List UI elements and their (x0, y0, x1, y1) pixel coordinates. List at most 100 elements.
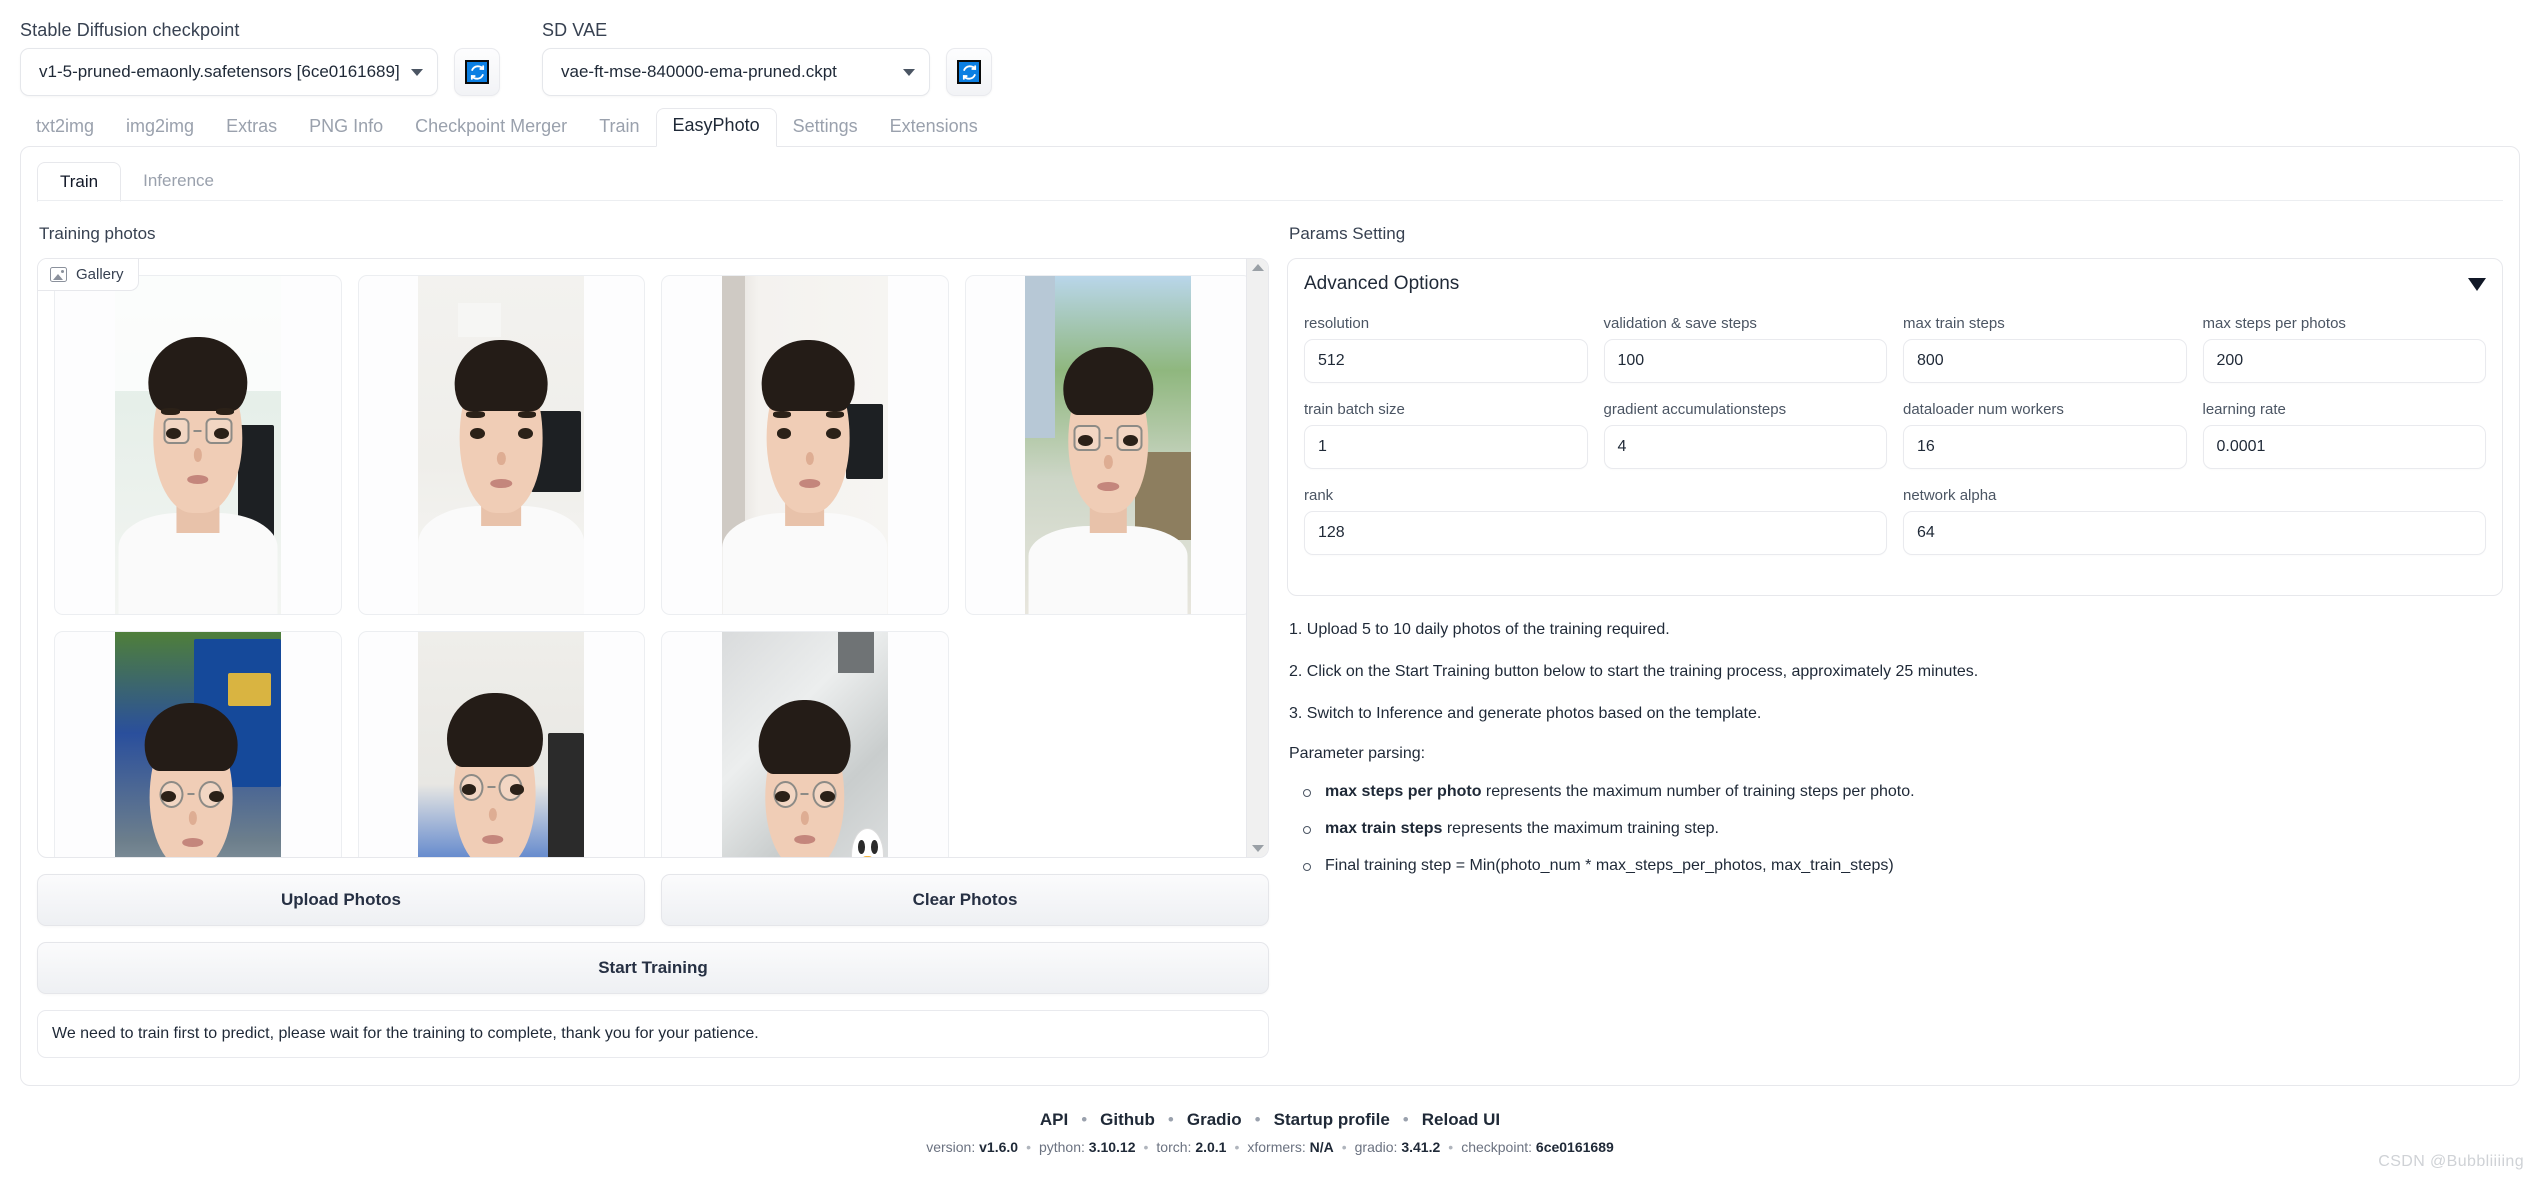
param-input-dataloader-num-workers[interactable]: 16 (1903, 425, 2187, 469)
vae-value: vae-ft-mse-840000-ema-pruned.ckpt (561, 62, 837, 82)
advanced-options-panel: Advanced Options resolution 512 validation… (1287, 258, 2503, 596)
footer-link-api[interactable]: API (1040, 1110, 1068, 1130)
footer-meta-separator: • (1234, 1139, 1239, 1155)
checkpoint-select[interactable]: v1-5-pruned-emaonly.safetensors [6ce0161… (20, 48, 438, 96)
app-tab-checkpoint-merger[interactable]: Checkpoint Merger (399, 110, 583, 147)
vae-field-group: SD VAE vae-ft-mse-840000-ema-pruned.ckpt (542, 20, 930, 96)
app-tab-train[interactable]: Train (583, 110, 655, 147)
app-tab-bar: txt2imgimg2imgExtrasPNG InfoCheckpoint M… (0, 102, 2540, 146)
parsing-bullet: Final training step = Min(photo_num * ma… (1289, 857, 2503, 875)
gallery-item[interactable] (54, 631, 342, 858)
refresh-vae-button[interactable] (946, 48, 992, 96)
footer-link-reload-ui[interactable]: Reload UI (1422, 1110, 1500, 1130)
app-tab-settings[interactable]: Settings (777, 110, 874, 147)
gallery-scrollbar[interactable] (1246, 259, 1268, 857)
footer-meta-key: xformers: (1247, 1139, 1309, 1155)
gallery-item[interactable] (661, 275, 949, 615)
sub-tab-divider (37, 200, 2503, 201)
sub-tab-inference[interactable]: Inference (121, 162, 236, 202)
parsing-bullet-desc: represents the maximum training step. (1442, 820, 1719, 837)
param-input-max-train-steps[interactable]: 800 (1903, 339, 2187, 383)
param-label-train-batch-size: train batch size (1304, 401, 1588, 418)
instructions-block: 1. Upload 5 to 10 daily photos of the tr… (1287, 620, 2503, 875)
bullet-ring-icon (1303, 789, 1311, 797)
advanced-options-header[interactable]: Advanced Options (1304, 273, 2486, 295)
training-photos-label: Training photos (39, 224, 1269, 244)
app-tab-extras[interactable]: Extras (210, 110, 293, 147)
param-field-dataloader-num-workers: dataloader num workers16 (1903, 401, 2187, 469)
upload-photos-button[interactable]: Upload Photos (37, 874, 645, 926)
parameter-parsing-header: Parameter parsing: (1289, 745, 2503, 763)
gallery-item[interactable] (358, 275, 646, 615)
sub-tab-bar: TrainInference (21, 147, 2519, 201)
param-field-gradient-accumulationsteps: gradient accumulationsteps 4 (1604, 401, 1888, 469)
parameter-parsing-bullets: max steps per photo represents the maxim… (1289, 783, 2503, 875)
vae-select[interactable]: vae-ft-mse-840000-ema-pruned.ckpt (542, 48, 930, 96)
param-field-max-train-steps: max train steps800 (1903, 315, 2187, 383)
training-photo-thumbnail (722, 632, 888, 858)
gallery-badge: Gallery (38, 259, 139, 291)
training-photo-thumbnail (722, 276, 888, 614)
scroll-up-icon[interactable] (1252, 264, 1264, 271)
training-photo-thumbnail (418, 276, 584, 614)
param-label-gradient-accumulationsteps: gradient accumulationsteps (1604, 401, 1888, 418)
parsing-bullet-term: max steps per photo (1325, 783, 1481, 800)
param-input-resolution[interactable]: 512 (1304, 339, 1588, 383)
vae-label: SD VAE (542, 20, 930, 41)
param-input-rank[interactable]: 128 (1304, 511, 1887, 555)
triangle-down-icon[interactable] (2468, 278, 2486, 291)
training-photo-thumbnail (115, 632, 281, 858)
param-input-train-batch-size[interactable]: 1 (1304, 425, 1588, 469)
scroll-down-icon[interactable] (1252, 845, 1264, 852)
gallery-item[interactable] (54, 275, 342, 615)
training-photo-thumbnail (1025, 276, 1191, 614)
app-tab-extensions[interactable]: Extensions (874, 110, 994, 147)
param-field-rank: rank128 (1304, 487, 1887, 555)
refresh-checkpoint-button[interactable] (454, 48, 500, 96)
footer-link-gradio[interactable]: Gradio (1187, 1110, 1242, 1130)
footer-meta-key: gradio: (1355, 1139, 1402, 1155)
checkpoint-field-group: Stable Diffusion checkpoint v1-5-pruned-… (20, 20, 438, 96)
refresh-icon (957, 60, 981, 84)
app-tab-png-info[interactable]: PNG Info (293, 110, 399, 147)
footer-meta-value: 6ce0161689 (1536, 1139, 1614, 1155)
gallery-item[interactable] (661, 631, 949, 858)
clear-photos-button[interactable]: Clear Photos (661, 874, 1269, 926)
instruction-step: 2. Click on the Start Training button be… (1289, 662, 2503, 683)
gallery-item[interactable] (358, 631, 646, 858)
gallery-item[interactable] (965, 275, 1253, 615)
params-row: resolution 512 validation & save steps100m… (1304, 315, 2486, 383)
training-status-text: We need to train first to predict, pleas… (52, 1025, 759, 1043)
app-tab-txt2img[interactable]: txt2img (20, 110, 110, 147)
footer-link-startup-profile[interactable]: Startup profile (1274, 1110, 1390, 1130)
param-field-learning-rate: learning rate0.0001 (2203, 401, 2487, 469)
footer-meta-value: 3.41.2 (1401, 1139, 1440, 1155)
image-icon (50, 267, 67, 282)
parsing-bullet-text: max steps per photo represents the maxim… (1325, 783, 1915, 801)
param-input-learning-rate[interactable]: 0.0001 (2203, 425, 2487, 469)
training-status-message: We need to train first to predict, pleas… (37, 1010, 1269, 1058)
start-training-button[interactable]: Start Training (37, 942, 1269, 994)
footer-meta-separator: • (1342, 1139, 1347, 1155)
model-toolbar: Stable Diffusion checkpoint v1-5-pruned-… (0, 0, 2540, 96)
param-input-gradient-accumulationsteps[interactable]: 4 (1604, 425, 1888, 469)
footer-link-github[interactable]: Github (1100, 1110, 1155, 1130)
training-photos-gallery[interactable]: Gallery (37, 258, 1269, 858)
param-label-resolution: resolution (1304, 315, 1588, 332)
gallery-badge-label: Gallery (76, 266, 124, 283)
footer-meta-value: 3.10.12 (1089, 1139, 1136, 1155)
param-input-validation-save-steps[interactable]: 100 (1604, 339, 1888, 383)
app-tab-easyphoto[interactable]: EasyPhoto (656, 108, 777, 147)
param-input-network-alpha[interactable]: 64 (1903, 511, 2486, 555)
param-input-max-steps-per-photos[interactable]: 200 (2203, 339, 2487, 383)
parsing-bullet: max train steps represents the maximum t… (1289, 820, 2503, 838)
param-field-validation-save-steps: validation & save steps100 (1604, 315, 1888, 383)
bullet-ring-icon (1303, 863, 1311, 871)
app-page: Stable Diffusion checkpoint v1-5-pruned-… (0, 0, 2540, 1183)
param-field-train-batch-size: train batch size 1 (1304, 401, 1588, 469)
training-photos-column: Training photos Gallery (37, 218, 1269, 1058)
sub-tab-train[interactable]: Train (37, 162, 121, 202)
chevron-down-icon (903, 69, 915, 76)
app-tab-img2img[interactable]: img2img (110, 110, 210, 147)
parsing-bullet-desc: represents the maximum number of trainin… (1481, 783, 1914, 800)
